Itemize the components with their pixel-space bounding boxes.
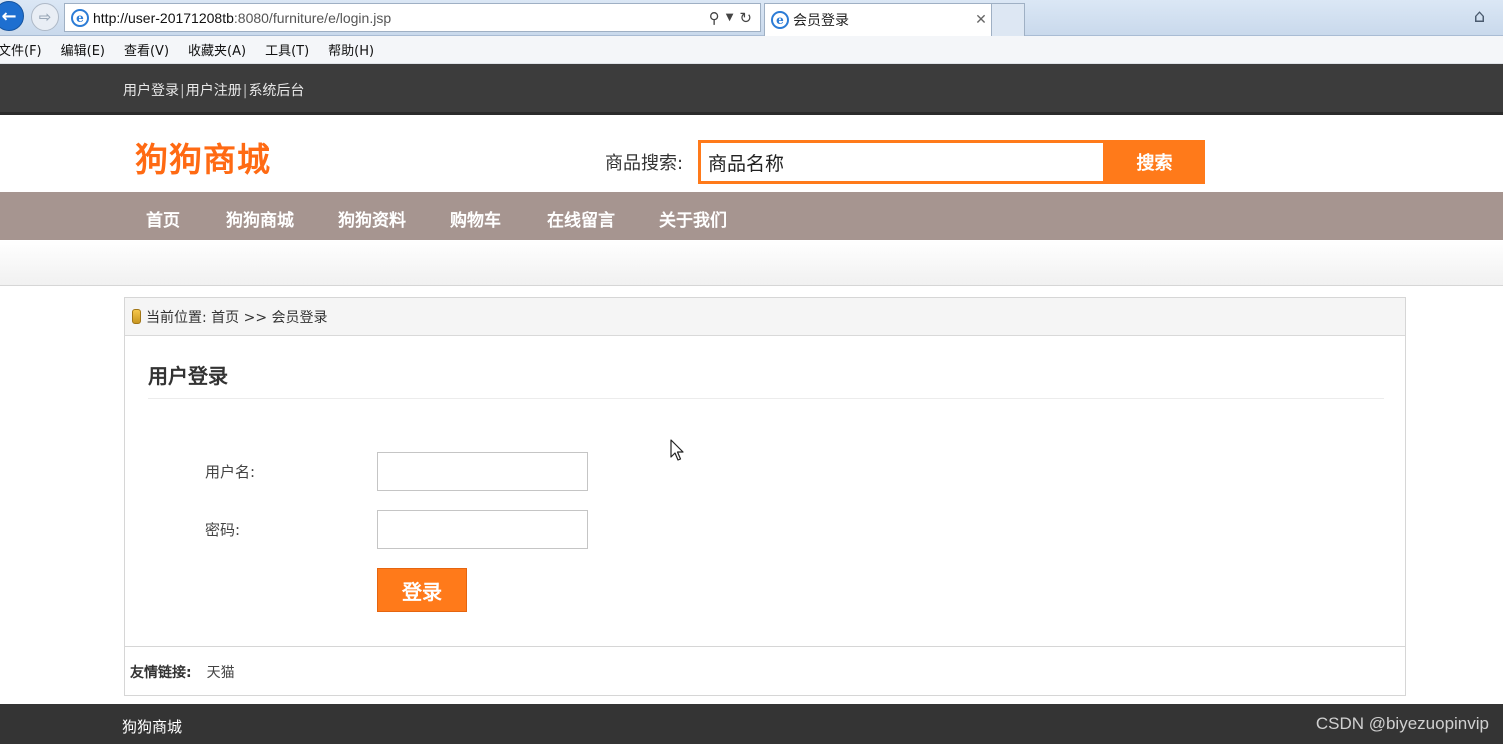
password-field[interactable] xyxy=(377,510,588,549)
footer-site-name: 狗狗商城 xyxy=(122,718,183,736)
username-label: 用户名: xyxy=(205,463,256,481)
top-link-separator: | xyxy=(242,83,248,99)
browser-titlebar: ← ⇨ e http://user-20171208tb:8080/furnit… xyxy=(0,0,1503,36)
close-icon[interactable]: ✕ xyxy=(971,12,991,28)
password-label: 密码: xyxy=(205,521,241,539)
menu-help[interactable]: 帮助(H) xyxy=(328,40,374,59)
nav-guestbook[interactable]: 在线留言 xyxy=(547,206,615,231)
sub-band xyxy=(0,240,1503,286)
url-text[interactable]: http://user-20171208tb:8080/furniture/e/… xyxy=(93,10,709,26)
refresh-icon[interactable]: ↻ xyxy=(739,9,752,27)
top-link-separator: | xyxy=(180,83,185,99)
nav-about[interactable]: 关于我们 xyxy=(659,206,727,231)
breadcrumb-text: 当前位置: 首页 >> 会员登录 xyxy=(146,309,328,326)
top-link-register[interactable]: 用户注册 xyxy=(186,83,242,99)
top-links: 用户登录|用户注册|系统后台 xyxy=(123,80,304,100)
login-button[interactable]: 登录 xyxy=(377,568,467,612)
tab-favicon-icon: e xyxy=(771,11,789,29)
menu-edit[interactable]: 编辑(E) xyxy=(61,40,105,59)
friend-links-label: 友情链接: xyxy=(130,664,192,681)
breadcrumb: 当前位置: 首页 >> 会员登录 xyxy=(125,298,1405,336)
menu-view[interactable]: 查看(V) xyxy=(124,40,169,59)
nav-home[interactable]: 首页 xyxy=(146,206,180,231)
tab-title: 会员登录 xyxy=(793,13,849,29)
forward-icon[interactable]: ⇨ xyxy=(31,3,59,31)
address-bar[interactable]: e http://user-20171208tb:8080/furniture/… xyxy=(64,3,761,32)
menu-tools[interactable]: 工具(T) xyxy=(265,40,309,59)
friend-link-item[interactable]: 天猫 xyxy=(207,662,235,682)
browser-menubar: 文件(F) 编辑(E) 查看(V) 收藏夹(A) 工具(T) 帮助(H) xyxy=(0,36,1503,64)
location-icon xyxy=(132,309,141,324)
username-field[interactable] xyxy=(377,452,588,491)
nav-shop[interactable]: 狗狗商城 xyxy=(226,206,294,231)
site-topbar: 用户登录|用户注册|系统后台 xyxy=(0,64,1503,115)
search-label: 商品搜索: xyxy=(605,153,684,174)
site-logo[interactable]: 狗狗商城 xyxy=(135,133,271,181)
ie-logo-icon: e xyxy=(71,8,89,27)
menu-favorites[interactable]: 收藏夹(A) xyxy=(188,40,246,59)
title-divider xyxy=(148,398,1384,399)
home-icon[interactable]: ⌂ xyxy=(1474,6,1485,27)
nav-dog-info[interactable]: 狗狗资料 xyxy=(338,206,406,231)
login-panel: 当前位置: 首页 >> 会员登录 用户登录 用户名: 密码: 登录 友情链接: … xyxy=(124,297,1406,696)
search-button[interactable]: 搜索 xyxy=(1104,140,1205,184)
new-tab-button[interactable] xyxy=(992,3,1025,36)
site-footer: 狗狗商城 CSDN @biyezuopinvip xyxy=(0,704,1503,744)
mouse-cursor-icon xyxy=(670,439,684,461)
top-link-login[interactable]: 用户登录 xyxy=(123,83,179,99)
back-icon[interactable]: ← xyxy=(0,1,24,31)
top-link-admin[interactable]: 系统后台 xyxy=(248,83,304,99)
nav-cart[interactable]: 购物车 xyxy=(450,206,501,231)
page-title: 用户登录 xyxy=(148,364,228,388)
dropdown-arrow-icon[interactable]: ▼ xyxy=(726,12,734,27)
main-nav: 首页 狗狗商城 狗狗资料 购物车 在线留言 关于我们 xyxy=(0,192,1503,240)
menu-file[interactable]: 文件(F) xyxy=(0,40,42,59)
browser-tab[interactable]: e 会员登录 ✕ xyxy=(764,3,992,36)
friend-links: 友情链接: 天猫 xyxy=(125,646,1405,696)
search-icon[interactable]: ⚲ xyxy=(709,9,720,27)
search-input[interactable] xyxy=(698,140,1106,184)
watermark: CSDN @biyezuopinvip xyxy=(1315,714,1489,733)
